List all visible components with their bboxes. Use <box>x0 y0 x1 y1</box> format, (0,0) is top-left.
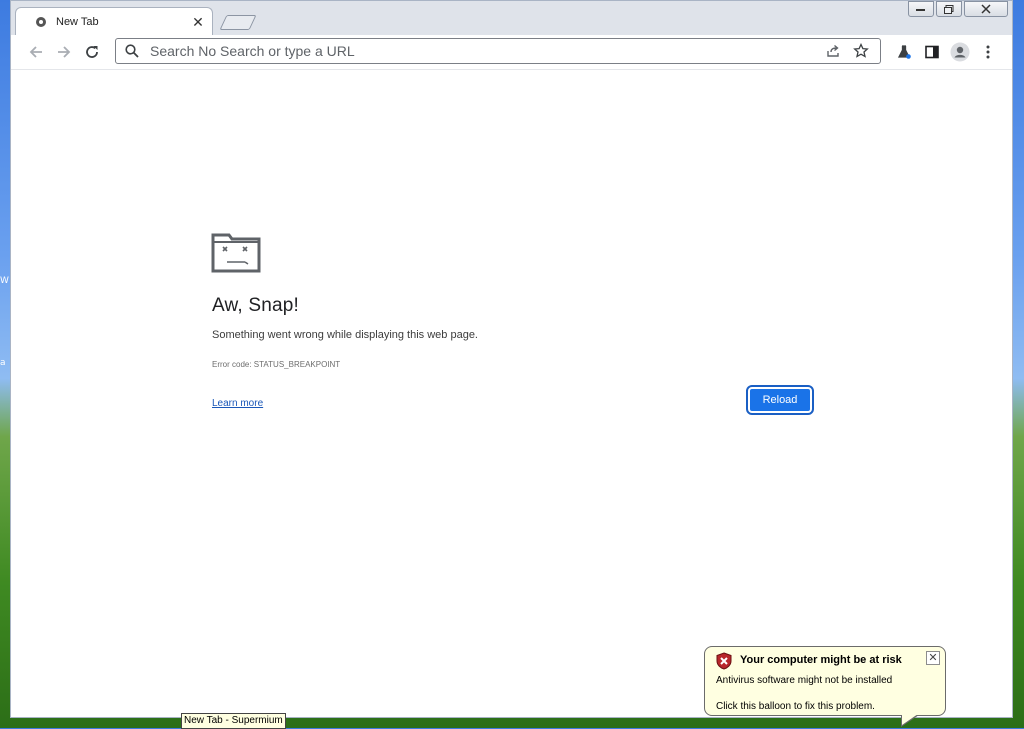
side-panel-button[interactable] <box>921 41 943 63</box>
menu-button[interactable] <box>977 41 999 63</box>
minimize-icon <box>916 9 925 11</box>
search-icon <box>125 44 139 58</box>
error-message: Something went wrong while displaying th… <box>212 329 478 341</box>
close-icon <box>981 4 991 14</box>
balloon-tail <box>901 714 919 727</box>
balloon-close-icon[interactable]: ✕ <box>926 651 940 665</box>
balloon-action-text: Click this balloon to fix this problem. <box>716 701 875 712</box>
share-icon[interactable] <box>824 42 842 60</box>
learn-more-link[interactable]: Learn more <box>212 398 263 409</box>
globe-icon <box>36 16 46 27</box>
desktop-edge-text: a <box>0 358 6 368</box>
minimize-button[interactable] <box>908 1 934 17</box>
back-button[interactable] <box>25 41 47 63</box>
reload-button[interactable]: Reload <box>746 385 814 415</box>
error-title: Aw, Snap! <box>212 295 300 316</box>
address-bar[interactable] <box>115 38 881 64</box>
refresh-icon <box>86 46 98 58</box>
reload-toolbar-button[interactable] <box>81 41 103 63</box>
sad-tab-icon <box>211 233 261 273</box>
tab-close-icon[interactable]: ✕ <box>190 14 206 30</box>
close-window-button[interactable] <box>964 1 1008 17</box>
error-code: Error code: STATUS_BREAKPOINT <box>212 360 341 369</box>
desktop-edge-text: W <box>0 276 9 286</box>
tab-strip: New Tab ✕ <box>11 1 1012 35</box>
arrow-right-icon <box>58 46 71 58</box>
tab-new-tab[interactable]: New Tab ✕ <box>15 7 213 35</box>
restore-icon <box>944 4 954 14</box>
shield-warning-icon <box>716 652 732 670</box>
toolbar <box>11 35 1012 70</box>
star-icon[interactable] <box>852 42 870 60</box>
more-vertical-icon <box>986 45 990 59</box>
new-tab-button[interactable] <box>219 15 257 30</box>
security-balloon[interactable]: Your computer might be at risk ✕ Antivir… <box>704 646 946 727</box>
window-controls <box>908 1 1008 17</box>
flask-icon <box>897 45 911 59</box>
avatar-icon <box>950 42 970 62</box>
forward-button[interactable] <box>53 41 75 63</box>
arrow-left-icon <box>29 46 42 58</box>
address-input[interactable] <box>148 42 824 60</box>
profile-button[interactable] <box>949 41 971 63</box>
taskbar-tooltip: New Tab - Supermium <box>181 713 286 729</box>
error-page: Aw, Snap! Something went wrong while dis… <box>11 69 1012 717</box>
balloon-title: Your computer might be at risk <box>740 654 902 666</box>
browser-window: New Tab ✕ Search No Search or type a URL… <box>10 0 1013 718</box>
side-panel-icon <box>925 45 939 59</box>
maximize-button[interactable] <box>936 1 962 17</box>
tab-title: New Tab <box>56 15 99 28</box>
labs-button[interactable] <box>893 41 915 63</box>
balloon-message: Antivirus software might not be installe… <box>716 675 893 686</box>
